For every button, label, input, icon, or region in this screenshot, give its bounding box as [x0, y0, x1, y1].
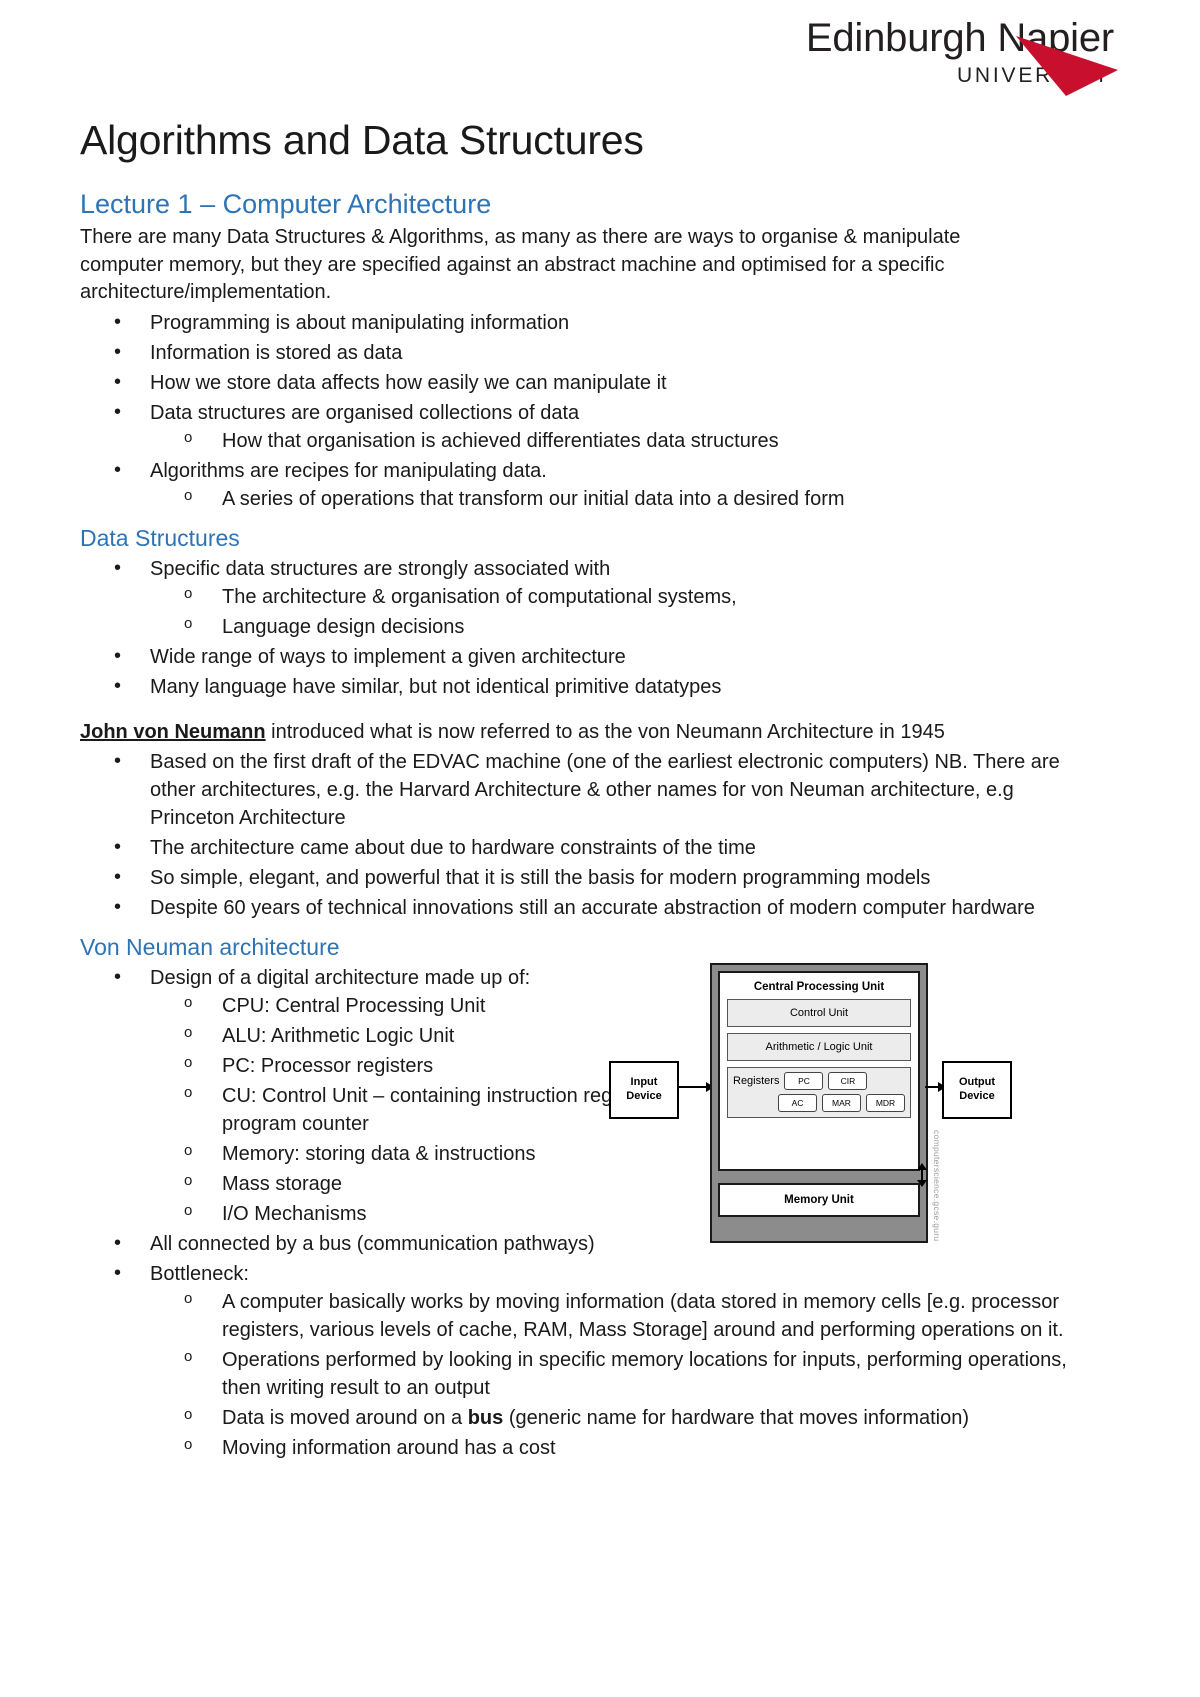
registers-row-2: AC MAR MDR — [733, 1094, 905, 1112]
input-device-line1: Input — [630, 1076, 658, 1089]
list-item: Operations performed by looking in speci… — [150, 1346, 1080, 1402]
registers-box: Registers PC CIR AC MAR MDR — [727, 1067, 911, 1118]
list-item: Language design decisions — [150, 613, 1080, 641]
document-body: Algorithms and Data Structures Lecture 1… — [80, 117, 1080, 1464]
page-title: Algorithms and Data Structures — [80, 117, 644, 163]
diagram-cpu-inner: Central Processing Unit Control Unit Ari… — [718, 971, 920, 1171]
diagram-credit: computerscience.gcse.guru — [932, 1130, 942, 1242]
sublist: A computer basically works by moving inf… — [150, 1288, 1080, 1462]
list-item: A computer basically works by moving inf… — [150, 1288, 1080, 1344]
list-item-label: Design of a digital architecture made up… — [150, 966, 531, 989]
list-item: Design of a digital architecture made up… — [80, 963, 680, 1228]
list-item: Mass storage — [150, 1170, 680, 1198]
list-item: ALU: Arithmetic Logic Unit — [150, 1022, 680, 1050]
list-item: So simple, elegant, and powerful that it… — [80, 863, 1080, 892]
lecture-intro-paragraph: There are many Data Structures & Algorit… — [80, 226, 961, 304]
control-unit-box: Control Unit — [727, 999, 911, 1027]
register-chip-pc: PC — [784, 1072, 824, 1090]
output-device-line2: Device — [959, 1090, 995, 1102]
diagram-cpu-outer-frame: Central Processing Unit Control Unit Ari… — [710, 963, 928, 1243]
list-item-label: Algorithms are recipes for manipulating … — [150, 460, 547, 483]
lecture-bullet-list: Programming is about manipulating inform… — [80, 308, 1080, 513]
list-item: CU: Control Unit – containing instructio… — [150, 1082, 680, 1138]
heading-lecture-1: Lecture 1 – Computer Architecture — [80, 188, 492, 219]
list-item: Information is stored as data — [80, 338, 1080, 367]
university-logo: Edinburgh Napier UNIVERSITY — [806, 18, 1118, 96]
input-device-line2: Device — [626, 1090, 662, 1102]
von-neumann-intro-rest: introduced what is now referred to as th… — [265, 720, 945, 743]
list-item: Specific data structures are strongly as… — [80, 554, 1080, 641]
memory-unit-box: Memory Unit — [718, 1183, 920, 1217]
list-item: I/O Mechanisms — [150, 1200, 680, 1228]
registers-row-1: Registers PC CIR — [733, 1072, 905, 1090]
red-chevron-icon — [1016, 36, 1118, 96]
heading-data-structures: Data Structures — [80, 525, 240, 552]
diagram-output-device: Output Device — [942, 1061, 1012, 1119]
list-item-label: Data structures are organised collection… — [150, 402, 580, 425]
alu-box: Arithmetic / Logic Unit — [727, 1033, 911, 1061]
list-item: Bottleneck: A computer basically works b… — [80, 1259, 1080, 1462]
diagram-input-device: Input Device — [609, 1061, 679, 1119]
sublist: CPU: Central Processing Unit ALU: Arithm… — [150, 992, 680, 1228]
data-structures-bullet-list: Specific data structures are strongly as… — [80, 554, 1080, 701]
von-neumann-name: John von Neumann — [80, 720, 266, 743]
arrow-input-to-cpu-icon — [677, 1082, 714, 1092]
list-item: Despite 60 years of technical innovation… — [80, 893, 1080, 922]
list-item: How that organisation is achieved differ… — [150, 427, 1080, 455]
von-neumann-intro-paragraph: John von Neumann introduced what is now … — [80, 719, 980, 747]
cpu-title: Central Processing Unit — [753, 981, 885, 993]
list-item: Data is moved around on a bus (generic n… — [150, 1404, 1080, 1432]
paragraph-spacer — [80, 703, 1080, 719]
list-item: Data structures are organised collection… — [80, 398, 1080, 455]
list-item: A series of operations that transform ou… — [150, 485, 1080, 513]
register-chip-ac: AC — [778, 1094, 817, 1112]
list-item: The architecture came about due to hardw… — [80, 833, 1080, 862]
list-item: Moving information around has a cost — [150, 1434, 1080, 1462]
list-item: PC: Processor registers — [150, 1052, 680, 1080]
sublist: The architecture & organisation of compu… — [150, 583, 1080, 641]
bus-sub-suffix: (generic name for hardware that moves in… — [503, 1406, 970, 1429]
list-item: Memory: storing data & instructions — [150, 1140, 680, 1168]
list-item: Programming is about manipulating inform… — [80, 308, 1080, 337]
von-neumann-bullet-list: Based on the first draft of the EDVAC ma… — [80, 747, 1080, 922]
sublist: How that organisation is achieved differ… — [150, 427, 1080, 455]
list-item: The architecture & organisation of compu… — [150, 583, 1080, 611]
list-item: Wide range of ways to implement a given … — [80, 642, 1080, 671]
sublist: A series of operations that transform ou… — [150, 485, 1080, 513]
registers-label: Registers — [733, 1075, 780, 1087]
von-neumann-architecture-diagram: Input Device Central Processing Unit Con… — [605, 958, 1012, 1248]
list-item: Based on the first draft of the EDVAC ma… — [80, 747, 1080, 832]
list-item-label: Specific data structures are strongly as… — [150, 557, 611, 580]
bus-sub-prefix: Data is moved around on a — [222, 1406, 468, 1429]
list-item: All connected by a bus (communication pa… — [80, 1229, 680, 1258]
bus-keyword: bus — [467, 1406, 504, 1429]
output-device-line1: Output — [958, 1076, 996, 1089]
list-item: Algorithms are recipes for manipulating … — [80, 456, 1080, 513]
register-chip-mar: MAR — [822, 1094, 861, 1112]
list-item-label: Bottleneck: — [150, 1262, 249, 1285]
document-page: Edinburgh Napier UNIVERSITY Algorithms a… — [0, 0, 1200, 1697]
register-chip-mdr: MDR — [866, 1094, 905, 1112]
register-chip-cir: CIR — [828, 1072, 868, 1090]
list-item: CPU: Central Processing Unit — [150, 992, 680, 1020]
list-item: How we store data affects how easily we … — [80, 368, 1080, 397]
list-item: Many language have similar, but not iden… — [80, 672, 1080, 701]
arrow-cpu-to-memory-icon — [917, 1163, 927, 1187]
